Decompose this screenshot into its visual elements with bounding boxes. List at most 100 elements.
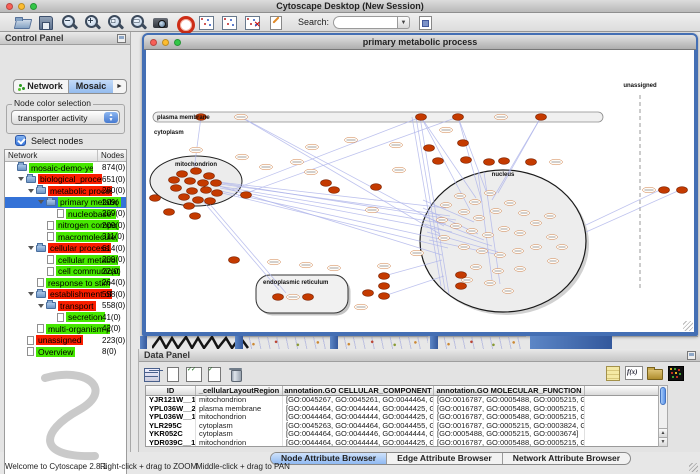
network-node[interactable] <box>241 192 252 199</box>
tab-network[interactable]: Network <box>14 80 69 93</box>
select-all-icon[interactable] <box>143 367 160 382</box>
tree-row[interactable]: mosaic-demo-yeast874(0) <box>5 162 126 174</box>
network-node[interactable] <box>379 273 390 280</box>
table-column-header[interactable]: annotation.GO CELLULAR_COMPONENT <box>283 386 434 395</box>
network-node[interactable] <box>212 190 223 197</box>
table-column-header[interactable] <box>585 386 660 395</box>
network-node[interactable] <box>179 194 190 201</box>
background-window-edge[interactable] <box>430 336 438 349</box>
tree-row[interactable]: primary metabo209( <box>5 197 126 209</box>
network-node[interactable] <box>363 290 374 297</box>
expand-arrow-icon[interactable] <box>18 177 24 181</box>
network-node[interactable] <box>184 203 195 210</box>
network-graph[interactable]: plasma membranecytoplasmmitochondrionnuc… <box>146 50 694 332</box>
network-node[interactable] <box>198 180 209 187</box>
close-view-icon[interactable] <box>150 39 157 46</box>
network-node[interactable] <box>303 294 314 301</box>
tree-row[interactable]: multi-organism pro42(0) <box>5 323 126 335</box>
table-column-header[interactable]: ID <box>146 386 196 395</box>
tab-mosaic[interactable]: Mosaic <box>69 80 113 93</box>
table-scrollbar[interactable]: ▲ ▼ <box>658 385 668 447</box>
expand-arrow-icon[interactable] <box>38 304 44 308</box>
dropdown-stepper-icon[interactable]: ▲▼ <box>104 112 118 123</box>
window-resize-grip[interactable] <box>689 463 698 472</box>
snapshot-icon[interactable] <box>152 14 170 30</box>
network-node[interactable] <box>190 213 201 220</box>
tree-row[interactable]: cell communicat22(0) <box>5 266 126 278</box>
scroll-up-icon[interactable]: ▲ <box>659 428 667 437</box>
network-node[interactable] <box>458 140 469 147</box>
network-node[interactable] <box>526 159 537 166</box>
network-node[interactable] <box>193 197 204 204</box>
network-canvas[interactable]: plasma membranecytoplasmmitochondrionnuc… <box>146 50 694 332</box>
table-row[interactable]: YDR039C__1mitochondrion[GO:0044464, GO:0… <box>146 439 660 447</box>
delete-attribute-icon[interactable] <box>227 367 244 382</box>
expand-arrow-icon[interactable] <box>38 200 44 204</box>
select-attributes-icon[interactable]: ✓✓ <box>185 367 202 382</box>
tree-row[interactable]: secretion41(0) <box>5 312 126 324</box>
background-window-sliver[interactable] <box>438 336 526 349</box>
network-node[interactable] <box>329 187 340 194</box>
tree-column-nodes[interactable]: Nodes <box>98 150 126 161</box>
network-node[interactable] <box>499 158 510 165</box>
network-edge[interactable] <box>218 182 446 208</box>
tree-row[interactable]: nitrogen compo209(0) <box>5 220 126 232</box>
network-node[interactable] <box>177 171 188 178</box>
tree-row[interactable]: establishment of lo558(0) <box>5 289 126 301</box>
network-node[interactable] <box>204 173 215 180</box>
table-row[interactable]: YPL036W__1mitochondrion[GO:0044464, GO:0… <box>146 413 660 422</box>
network-edge[interactable] <box>220 188 452 232</box>
expand-arrow-icon[interactable] <box>28 292 34 296</box>
save-icon[interactable] <box>37 14 55 30</box>
background-window-edge[interactable] <box>330 336 338 349</box>
network-node[interactable] <box>321 180 332 187</box>
table-column-header[interactable]: _cellularLayoutRegion <box>196 386 283 395</box>
network-node[interactable] <box>416 114 427 121</box>
color-attribute-dropdown[interactable]: transporter activity ▲▼ <box>11 110 120 125</box>
search-input[interactable] <box>333 16 397 29</box>
network-node[interactable] <box>433 158 444 165</box>
network-node[interactable] <box>201 187 212 194</box>
background-window-edge[interactable] <box>140 336 147 349</box>
network-node[interactable] <box>379 293 390 300</box>
network-edge[interactable] <box>202 200 279 290</box>
expand-arrow-icon[interactable] <box>28 246 34 250</box>
network-node[interactable] <box>164 209 175 216</box>
network-node[interactable] <box>536 114 547 121</box>
minimize-view-icon[interactable] <box>162 39 169 46</box>
tree-row[interactable]: response to stimul264(0) <box>5 277 126 289</box>
network-node[interactable] <box>273 294 284 301</box>
tree-row[interactable]: nucleobase-209(0) <box>5 208 126 220</box>
network-node[interactable] <box>187 188 198 195</box>
network-edge[interactable] <box>384 276 444 296</box>
import-attributes-icon[interactable] <box>646 365 663 380</box>
tree-row[interactable]: metabolic process280(0) <box>5 185 126 197</box>
tree-row[interactable]: Overview8(0) <box>5 346 126 358</box>
network-edge[interactable] <box>238 117 458 196</box>
attribute-notes-icon[interactable] <box>604 365 621 380</box>
network-edge[interactable] <box>216 190 444 240</box>
minimize-window-icon[interactable] <box>18 3 25 10</box>
zoom-in-icon[interactable]: + <box>83 14 101 30</box>
network-edge[interactable] <box>586 189 662 225</box>
network-node[interactable] <box>379 283 390 290</box>
network-node[interactable] <box>211 180 222 187</box>
window-titlebar[interactable]: Cytoscape Desktop (New Session) <box>0 0 700 13</box>
create-network-view-icon[interactable] <box>221 14 239 30</box>
network-node[interactable] <box>484 159 495 166</box>
tree-column-network[interactable]: Network <box>5 150 98 161</box>
open-file-icon[interactable] <box>14 14 32 30</box>
attribute-matrix-icon[interactable] <box>667 365 684 380</box>
destroy-network-view-icon[interactable]: ✕ <box>244 14 262 30</box>
network-node[interactable] <box>677 187 688 194</box>
select-nodes-checkbox[interactable] <box>15 135 26 146</box>
table-row[interactable]: YKR052Ccytoplasm[GO:0044464, GO:0044446,… <box>146 430 660 439</box>
zoom-selected-icon[interactable]: ▫ <box>106 14 124 30</box>
network-node[interactable] <box>456 272 467 279</box>
network-node[interactable] <box>371 184 382 191</box>
background-window-sliver[interactable] <box>243 336 330 349</box>
tree-row[interactable]: transport558(0) <box>5 300 126 312</box>
background-window-edge[interactable] <box>235 336 243 349</box>
network-node[interactable] <box>424 145 435 152</box>
configure-attributes-icon[interactable] <box>416 14 434 30</box>
